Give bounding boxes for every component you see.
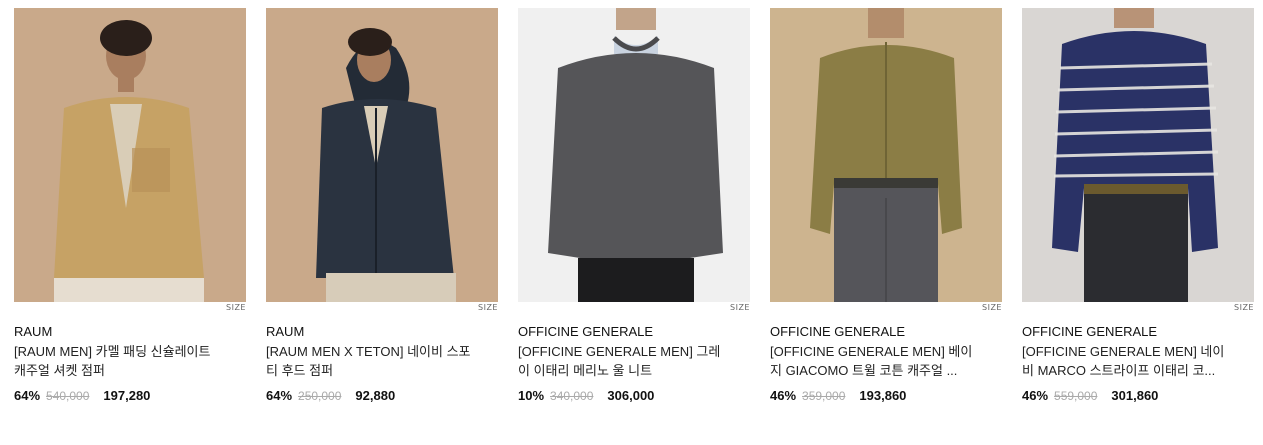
size-label[interactable]: SIZE <box>478 303 498 312</box>
product-card[interactable]: SIZE OFFICINE GENERALE [OFFICINE GENERAL… <box>1022 8 1254 428</box>
size-label[interactable]: SIZE <box>1234 303 1254 312</box>
product-card[interactable]: SIZE RAUM [RAUM MEN X TETON] 네이비 스포티 후드 … <box>266 8 498 428</box>
original-price: 359,000 <box>802 389 846 403</box>
original-price: 340,000 <box>550 389 594 403</box>
original-price: 250,000 <box>298 389 342 403</box>
product-photo-navy-stripe-knit <box>1022 8 1254 302</box>
product-name[interactable]: [RAUM MEN X TETON] 네이비 스포티 후드 점퍼 <box>266 342 476 380</box>
size-label[interactable]: SIZE <box>982 303 1002 312</box>
product-card[interactable]: SIZE OFFICINE GENERALE [OFFICINE GENERAL… <box>770 8 1002 428</box>
product-name[interactable]: [OFFICINE GENERALE MEN] 그레이 이태리 메리노 울 니트 <box>518 342 728 380</box>
product-photo-beige-shirt <box>770 8 1002 302</box>
sale-price: 306,000 <box>607 388 655 403</box>
brand-name[interactable]: OFFICINE GENERALE <box>518 324 653 339</box>
product-photo-navy-hood-jacket <box>266 8 498 302</box>
product-image[interactable] <box>1022 8 1254 302</box>
sale-price: 301,860 <box>1111 388 1159 403</box>
sale-price: 197,280 <box>103 388 151 403</box>
product-image[interactable] <box>266 8 498 302</box>
product-image[interactable] <box>770 8 1002 302</box>
product-photo-camel-jacket <box>14 8 246 302</box>
brand-name[interactable]: OFFICINE GENERALE <box>1022 324 1157 339</box>
product-card[interactable]: SIZE RAUM [RAUM MEN] 카멜 패딩 신슐레이트 캐주얼 셔켓 … <box>14 8 246 428</box>
original-price: 559,000 <box>1054 389 1098 403</box>
sale-price: 92,880 <box>355 388 396 403</box>
size-label[interactable]: SIZE <box>226 303 246 312</box>
discount-rate: 64% <box>14 388 41 403</box>
product-name[interactable]: [OFFICINE GENERALE MEN] 네이비 MARCO 스트라이프 … <box>1022 342 1232 380</box>
size-label[interactable]: SIZE <box>730 303 750 312</box>
price-row: 64% 540,000 197,280 <box>14 388 150 403</box>
product-name[interactable]: [OFFICINE GENERALE MEN] 베이지 GIACOMO 트윌 코… <box>770 342 980 380</box>
product-name[interactable]: [RAUM MEN] 카멜 패딩 신슐레이트 캐주얼 셔켓 점퍼 <box>14 342 224 380</box>
product-photo-grey-knit <box>518 8 750 302</box>
original-price: 540,000 <box>46 389 90 403</box>
sale-price: 193,860 <box>859 388 907 403</box>
brand-name[interactable]: OFFICINE GENERALE <box>770 324 905 339</box>
price-row: 64% 250,000 92,880 <box>266 388 395 403</box>
discount-rate: 46% <box>770 388 797 403</box>
brand-name[interactable]: RAUM <box>14 324 52 339</box>
brand-name[interactable]: RAUM <box>266 324 304 339</box>
product-grid: SIZE RAUM [RAUM MEN] 카멜 패딩 신슐레이트 캐주얼 셔켓 … <box>14 8 1254 438</box>
discount-rate: 46% <box>1022 388 1049 403</box>
product-image[interactable] <box>518 8 750 302</box>
product-image[interactable] <box>14 8 246 302</box>
discount-rate: 10% <box>518 388 545 403</box>
product-card[interactable]: SIZE OFFICINE GENERALE [OFFICINE GENERAL… <box>518 8 750 428</box>
price-row: 46% 359,000 193,860 <box>770 388 906 403</box>
discount-rate: 64% <box>266 388 293 403</box>
price-row: 46% 559,000 301,860 <box>1022 388 1158 403</box>
price-row: 10% 340,000 306,000 <box>518 388 654 403</box>
